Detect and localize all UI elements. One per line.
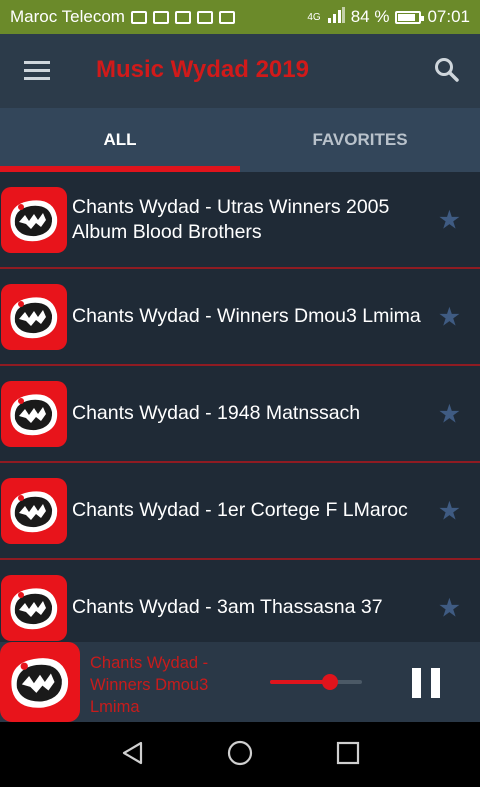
back-icon[interactable] [120,740,146,771]
seek-slider[interactable] [270,674,362,690]
now-playing-title: Chants Wydad - Winners Dmou3 Lmima [90,654,209,716]
song-title: Chants Wydad - 1948 Matnssach [72,402,361,424]
song-item[interactable]: Chants Wydad - 1er Cortege F LMaroc ★ [0,463,480,560]
facebook-icon [174,10,191,24]
song-title: Chants Wydad - 1er Cortege F LMaroc [72,499,408,521]
now-playing-bar[interactable]: Chants Wydad - Winners Dmou3 Lmima [0,642,480,722]
notification-icon [130,10,147,24]
facebook-icon [196,10,213,24]
wydad-logo-icon [1,283,67,350]
star-icon[interactable]: ★ [438,301,461,332]
song-item[interactable]: Chants Wydad - Utras Winners 2005 Album … [0,172,480,269]
battery-percent: 84 % [350,7,390,26]
battery-icon [395,10,425,24]
tab-favorites[interactable]: FAVORITES [240,108,480,172]
wydad-logo-icon [1,574,67,641]
youtube-icon [218,10,235,24]
wydad-logo-icon [1,380,67,447]
app-title: Music Wydad 2019 [96,56,309,83]
pause-icon[interactable] [412,668,440,698]
app-bar: Music Wydad 2019 [0,34,480,108]
song-item[interactable]: Chants Wydad - 1948 Matnssach ★ [0,366,480,463]
song-list: Chants Wydad - Utras Winners 2005 Album … [0,172,480,642]
signal-icon [327,6,345,28]
now-playing-artwork [0,642,80,722]
star-icon[interactable]: ★ [438,398,461,429]
status-bar: Maroc Telecom 4G 84 % 07:01 [0,0,480,34]
song-title: Chants Wydad - Utras Winners 2005 Album … [72,195,390,243]
star-icon[interactable]: ★ [438,592,461,623]
network-type: 4G [307,11,321,23]
system-nav-bar [0,722,480,787]
star-icon[interactable]: ★ [438,204,461,235]
seek-handle[interactable] [321,674,338,690]
wydad-logo-icon [1,186,67,253]
clock: 07:01 [427,7,470,26]
wydad-logo-icon [1,477,67,544]
search-icon[interactable] [434,57,460,83]
facebook-icon [152,10,169,24]
carrier-name: Maroc Telecom [10,7,125,26]
recents-icon[interactable] [335,740,361,771]
tab-bar: ALL FAVORITES [0,108,480,172]
star-icon[interactable]: ★ [438,495,461,526]
seek-progress [270,680,330,684]
song-item[interactable]: Chants Wydad - Winners Dmou3 Lmima ★ [0,269,480,366]
menu-icon[interactable] [24,61,50,81]
tab-all[interactable]: ALL [0,108,240,172]
song-title: Chants Wydad - 3am Thassasna 37 [72,596,383,618]
song-item[interactable]: Chants Wydad - 3am Thassasna 37 ★ [0,560,480,642]
home-icon[interactable] [227,740,253,771]
song-title: Chants Wydad - Winners Dmou3 Lmima [72,305,421,327]
notification-icons [130,10,235,24]
